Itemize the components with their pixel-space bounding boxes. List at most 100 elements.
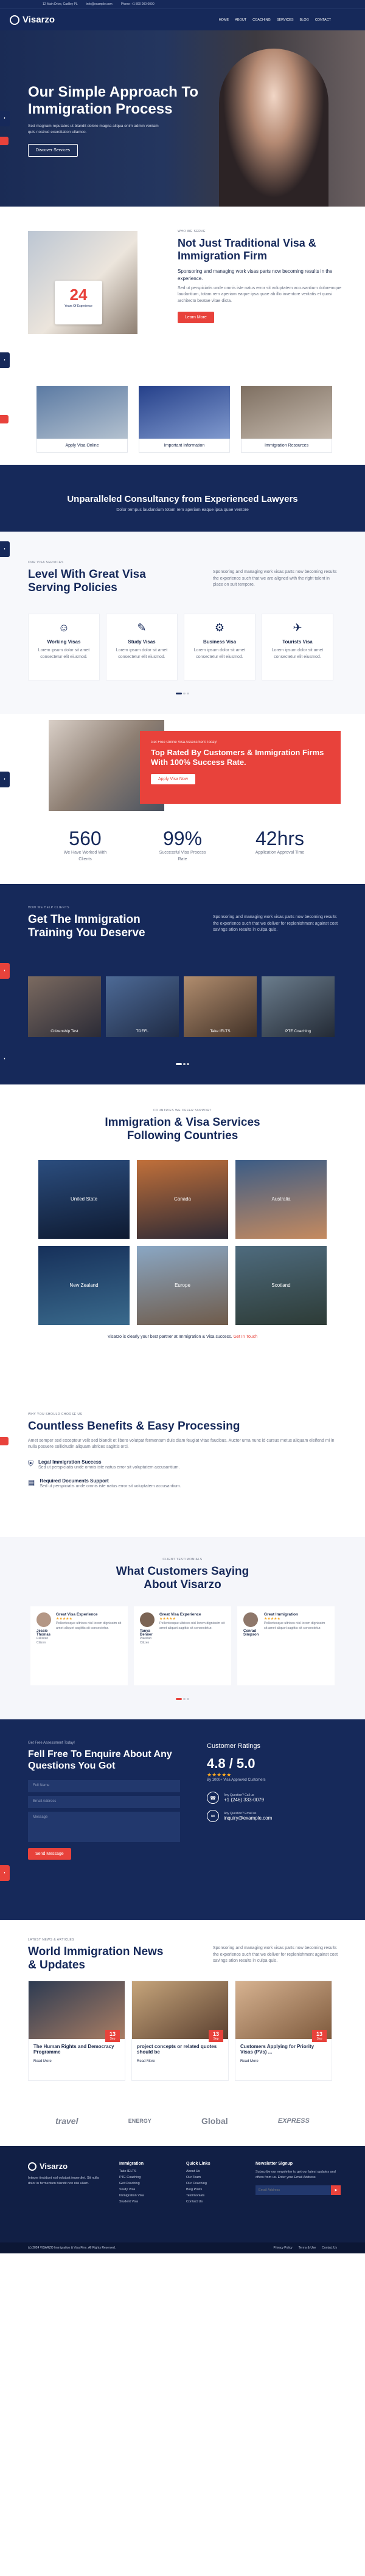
- side-badge-red[interactable]: [0, 137, 9, 145]
- footer-link[interactable]: Blog Posts: [186, 2188, 210, 2191]
- slider-dots[interactable]: [0, 1695, 365, 1701]
- footer-link[interactable]: PTE Coaching: [119, 2176, 144, 2179]
- footer-link[interactable]: Student Visa: [119, 2200, 144, 2204]
- visa-card-title: Tourists Visa: [282, 639, 313, 645]
- news-card[interactable]: 13 Sep project concepts or related quotes …: [131, 1981, 229, 2081]
- footer-link[interactable]: Our Team: [186, 2176, 210, 2179]
- country-card[interactable]: Europe: [137, 1245, 228, 1325]
- benefits-section: WHY YOU SHOULD CHOOSE US Countless Benef…: [0, 1400, 365, 1537]
- about-kicker: WHO WE SERVE: [178, 230, 206, 233]
- name-field[interactable]: Full Name: [28, 1780, 180, 1793]
- footer-bottom-link[interactable]: Contact Us: [322, 2246, 337, 2250]
- footer-bottom-link[interactable]: Terms & Use: [299, 2246, 316, 2250]
- avatar: [140, 1612, 155, 1627]
- visa-card[interactable]: ✎ Study Visas Lorem ipsum dolor sit amet c…: [106, 614, 178, 680]
- footer-link[interactable]: Our Coaching: [186, 2182, 210, 2185]
- news-card[interactable]: 13 Sep The Human Rights and Democracy Prog…: [28, 1981, 125, 2081]
- training-card[interactable]: Take IELTS: [184, 976, 257, 1037]
- star-rating-icon: ★★★★★: [264, 1617, 280, 1621]
- menu-item[interactable]: COACHING: [252, 18, 271, 22]
- menu-item[interactable]: CONTACT: [315, 18, 331, 22]
- phone-number[interactable]: +1 (246) 333-0079: [224, 1797, 264, 1803]
- footer-link[interactable]: About Us: [186, 2170, 210, 2173]
- country-card[interactable]: United State: [38, 1159, 130, 1239]
- country-label: United State: [70, 1196, 98, 1202]
- side-badge[interactable]: ◐: [0, 963, 10, 979]
- footer-link[interactable]: Immigration Visa: [119, 2194, 144, 2197]
- testimonial-card: Jessie Thomas Pakistan Citizen Great Visa …: [30, 1606, 128, 1685]
- review-text: Pellentesque ultrices nisl lorem digniss…: [56, 1621, 122, 1630]
- footer-link[interactable]: Get Coaching: [119, 2182, 144, 2185]
- side-badge[interactable]: ◐: [0, 111, 10, 126]
- learn-more-button[interactable]: Learn More: [178, 312, 214, 324]
- about-lead: Sponsoring and managing work visas parts…: [178, 269, 333, 281]
- read-more-link[interactable]: Read More: [29, 2055, 125, 2068]
- reviewer-role: Pakistan Citizen: [36, 1636, 49, 1645]
- logo-icon[interactable]: [10, 15, 19, 25]
- side-badge-red[interactable]: [0, 1437, 9, 1445]
- send-message-button[interactable]: Send Message: [28, 1848, 71, 1860]
- mail-address[interactable]: inquiry@example.com: [224, 1815, 272, 1821]
- email-text[interactable]: info@example.com: [86, 2, 113, 6]
- news-card[interactable]: 13 Sep Customers Applying for Priority Vis…: [235, 1981, 332, 2081]
- side-badge[interactable]: ◐: [0, 1865, 10, 1881]
- side-badge[interactable]: ◐: [0, 541, 10, 557]
- footer-logo[interactable]: Visarzo: [40, 2162, 68, 2171]
- apply-visa-button[interactable]: Apply Visa Now: [151, 773, 195, 784]
- footer-bottom-link[interactable]: Privacy Policy: [274, 2246, 293, 2250]
- benefit-text: Sed ut perspiciatis unde omnis iste natu…: [38, 1465, 180, 1470]
- review-head: Great Visa Experience: [56, 1612, 98, 1617]
- stat: 42hrs Application Approval Time: [252, 827, 307, 884]
- side-badge[interactable]: ◐: [0, 772, 10, 787]
- main-menu: HOME ABOUT COACHING SERVICES BLOG CONTAC…: [219, 18, 331, 22]
- training-card[interactable]: TOEFL: [106, 976, 179, 1037]
- phone-text[interactable]: Phone: +1 800 000 0000: [121, 2, 155, 6]
- side-badge-red[interactable]: [0, 415, 9, 423]
- reviewer-role: Pakistan Citizen: [140, 1636, 152, 1645]
- strip-card[interactable]: Important Information: [139, 386, 230, 453]
- benefit-title: Legal Immigration Success: [38, 1459, 102, 1465]
- footer-link[interactable]: Take IELTS: [119, 2170, 144, 2173]
- side-badge[interactable]: ◐: [0, 352, 10, 368]
- send-icon[interactable]: ➤: [331, 2185, 341, 2195]
- newsletter-text: Subscribe our newsletter to get our late…: [255, 2170, 336, 2179]
- consult-title: Unparalleled Consultancy from Experience…: [67, 494, 298, 504]
- country-card[interactable]: New Zealand: [38, 1245, 130, 1325]
- star-rating-icon: ★★★★★: [207, 1772, 232, 1778]
- country-label: Scotland: [271, 1283, 291, 1289]
- get-in-touch-link[interactable]: Get In Touch: [234, 1335, 258, 1339]
- menu-item[interactable]: BLOG: [300, 18, 309, 22]
- discover-services-button[interactable]: Discover Services: [28, 143, 78, 157]
- slider-dots[interactable]: [0, 690, 365, 696]
- read-more-link[interactable]: Read More: [235, 2055, 332, 2068]
- logo[interactable]: Visarzo: [23, 15, 55, 25]
- training-card[interactable]: PTE Coaching: [262, 976, 335, 1037]
- visa-card[interactable]: ⚙ Business Visa Lorem ipsum dolor sit amet…: [184, 614, 255, 680]
- read-more-link[interactable]: Read More: [132, 2055, 228, 2068]
- training-card[interactable]: Citizenship Test: [28, 976, 101, 1037]
- shield-icon: ⛨: [28, 1459, 34, 1468]
- footer-link[interactable]: Testimonials: [186, 2194, 210, 2197]
- brands-section: travel ENERGY Global EXPRESS: [0, 2096, 365, 2146]
- email-field[interactable]: Email Address: [28, 1796, 180, 1809]
- menu-item[interactable]: SERVICES: [277, 18, 294, 22]
- visa-card[interactable]: ☺ Working Visas Lorem ipsum dolor sit amet…: [28, 614, 100, 680]
- visa-kicker: OUR VISA SERVICES: [28, 561, 64, 564]
- country-card[interactable]: Australia: [235, 1159, 327, 1239]
- logo-icon[interactable]: [28, 2162, 36, 2171]
- avatar: [243, 1612, 258, 1627]
- footer-link[interactable]: Contact Us: [186, 2200, 210, 2204]
- strip-card[interactable]: Apply Visa Online: [36, 386, 128, 453]
- country-card[interactable]: Scotland: [235, 1245, 327, 1325]
- about-text: Sed ut perspiciatis unde omnis iste natu…: [178, 286, 342, 303]
- menu-item[interactable]: ABOUT: [235, 18, 246, 22]
- message-field[interactable]: Message: [28, 1812, 180, 1843]
- footer-link[interactable]: Study Visa: [119, 2188, 144, 2191]
- visa-card[interactable]: ✈ Tourists Visa Lorem ipsum dolor sit amet…: [262, 614, 333, 680]
- country-card[interactable]: Canada: [137, 1159, 228, 1239]
- newsletter-input[interactable]: [255, 2185, 331, 2195]
- menu-item[interactable]: HOME: [219, 18, 229, 22]
- strip-card[interactable]: Immigration Resources: [241, 386, 332, 453]
- slider-dots[interactable]: [0, 1060, 365, 1066]
- experience-badge: 24 Years Of Experience: [55, 281, 102, 324]
